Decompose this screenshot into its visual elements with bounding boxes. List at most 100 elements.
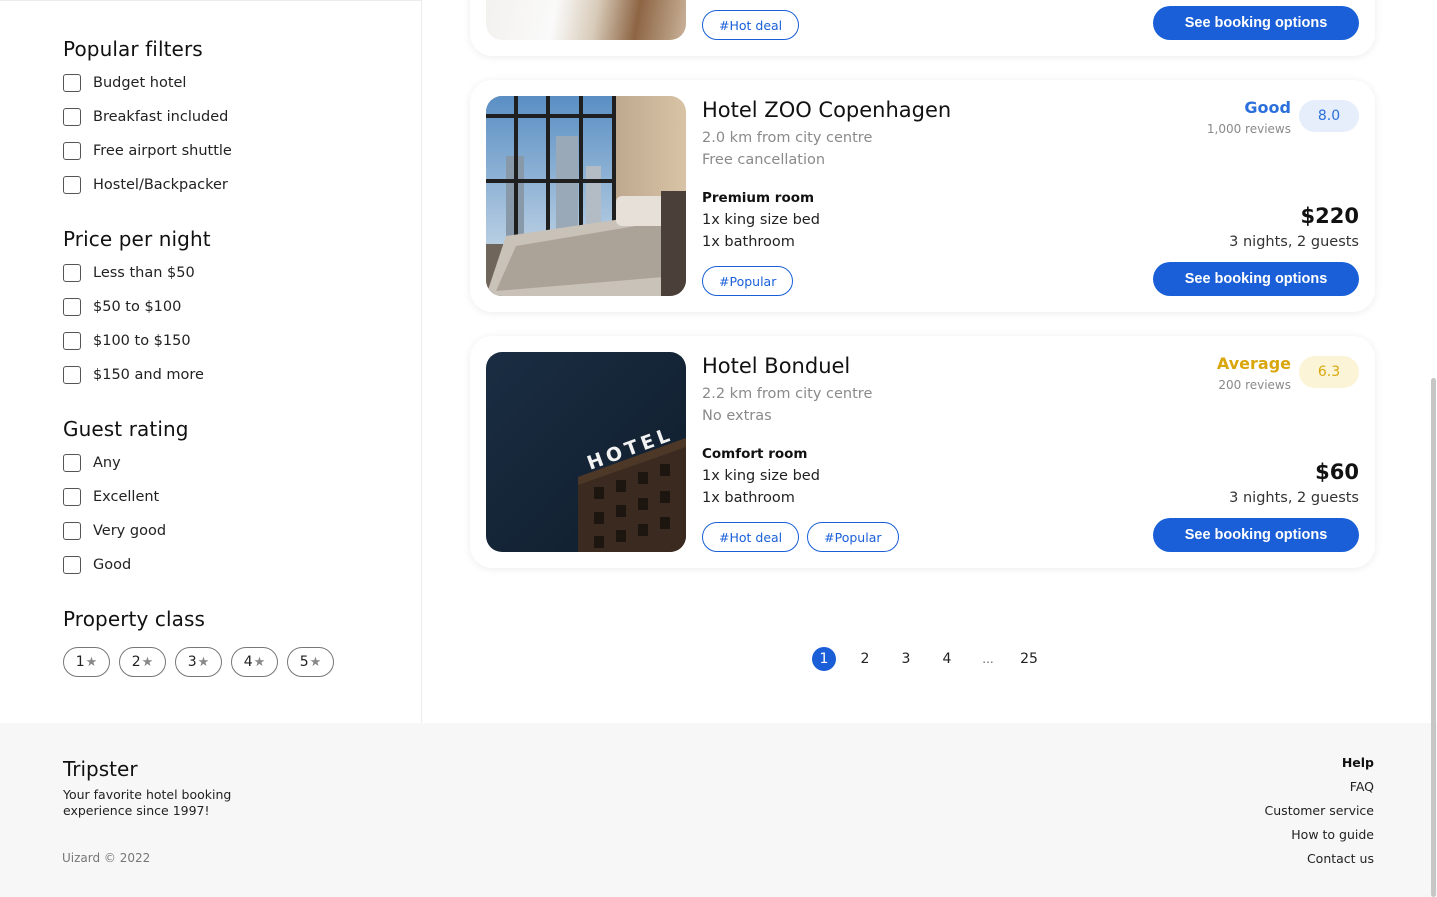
see-booking-options-button[interactable]: See booking options [1153, 518, 1359, 552]
filter-label: Hostel/Backpacker [93, 177, 228, 193]
filter-price-100-150[interactable]: $100 to $150 [63, 324, 211, 358]
extras-text: Free cancellation [702, 152, 826, 168]
filter-price-150-plus[interactable]: $150 and more [63, 358, 211, 392]
filter-breakfast-included[interactable]: Breakfast included [63, 100, 232, 134]
tag-popular[interactable]: #Popular [702, 266, 794, 296]
property-class-group: Property class 1 ★ 2 ★ 3 ★ 4 ★ 5 ★ [63, 607, 334, 677]
popular-filters-group: Popular filters Budget hotel Breakfast i… [63, 37, 232, 202]
star-filter-1[interactable]: 1 ★ [63, 647, 110, 677]
property-class-title: Property class [63, 607, 206, 631]
bed-info: 1x king size bed [702, 468, 820, 484]
star-count: 3 [187, 654, 197, 670]
filter-label: Budget hotel [93, 75, 187, 91]
star-filter-row: 1 ★ 2 ★ 3 ★ 4 ★ 5 ★ [63, 647, 334, 677]
price-filters-title: Price per night [63, 227, 211, 251]
page-25-button[interactable]: 25 [1017, 647, 1041, 671]
filter-rating-excellent[interactable]: Excellent [63, 480, 189, 514]
filter-rating-any[interactable]: Any [63, 446, 189, 480]
star-filter-5[interactable]: 5 ★ [287, 647, 334, 677]
rating-word: Average [1216, 354, 1291, 373]
filter-label: Free airport shuttle [93, 143, 232, 159]
bedroom-photo-icon [486, 96, 686, 296]
star-filter-3[interactable]: 3 ★ [175, 647, 222, 677]
filter-rating-very-good[interactable]: Very good [63, 514, 189, 548]
checkbox[interactable] [63, 298, 81, 316]
tag-hot-deal[interactable]: #Hot deal [702, 522, 800, 552]
filter-label: Excellent [93, 489, 160, 505]
hotel-card-partial: #Hot deal See booking options [470, 0, 1375, 56]
hotel-name[interactable]: Hotel Bonduel [702, 354, 850, 378]
popular-filters-title: Popular filters [63, 37, 203, 61]
checkbox[interactable] [63, 454, 81, 472]
filter-hostel-backpacker[interactable]: Hostel/Backpacker [63, 168, 232, 202]
filter-sidebar: Popular filters Budget hotel Breakfast i… [0, 0, 422, 723]
filter-label: Very good [93, 523, 167, 539]
page: Popular filters Budget hotel Breakfast i… [0, 0, 1437, 897]
scrollbar[interactable] [1431, 0, 1437, 897]
star-icon: ★ [141, 654, 154, 670]
filter-label: $50 to $100 [93, 299, 182, 315]
see-booking-options-button[interactable]: See booking options [1153, 262, 1359, 296]
faq-link[interactable]: FAQ [1265, 779, 1374, 803]
see-booking-options-button[interactable]: See booking options [1153, 6, 1359, 40]
filter-label: Good [93, 557, 132, 573]
filter-rating-good[interactable]: Good [63, 548, 189, 582]
hotel-name[interactable]: Hotel ZOO Copenhagen [702, 98, 951, 122]
price-filters-group: Price per night Less than $50 $50 to $10… [63, 227, 211, 392]
checkbox[interactable] [63, 264, 81, 282]
tag-list: #Hot deal #Popular [702, 522, 899, 552]
filter-label: $150 and more [93, 367, 204, 383]
checkbox[interactable] [63, 488, 81, 506]
help-heading: Help [1341, 755, 1374, 770]
guest-rating-group: Guest rating Any Excellent Very good Goo… [63, 417, 189, 582]
price-note: 3 nights, 2 guests [1229, 490, 1359, 506]
checkbox[interactable] [63, 108, 81, 126]
rating-score-badge: 6.3 [1299, 356, 1359, 388]
checkbox[interactable] [63, 74, 81, 92]
filter-price-50-100[interactable]: $50 to $100 [63, 290, 211, 324]
tag-list: #Popular [702, 266, 794, 296]
tag-list: #Hot deal [702, 10, 800, 40]
page-3-button[interactable]: 3 [894, 647, 918, 671]
star-count: 2 [131, 654, 141, 670]
filter-free-airport-shuttle[interactable]: Free airport shuttle [63, 134, 232, 168]
star-icon: ★ [309, 654, 322, 670]
hotel-card: HOTEL Hotel Bonduel 2.2 km from city cen… [470, 336, 1375, 568]
checkbox[interactable] [63, 332, 81, 350]
hotel-photo [486, 96, 686, 296]
price: $220 [1300, 204, 1359, 228]
page-1-button[interactable]: 1 [812, 647, 836, 671]
tag-popular[interactable]: #Popular [807, 522, 899, 552]
price-note: 3 nights, 2 guests [1229, 234, 1359, 250]
price: $60 [1315, 460, 1359, 484]
checkbox[interactable] [63, 176, 81, 194]
review-count: 1,000 reviews [1206, 122, 1291, 136]
page-ellipsis: ... [982, 652, 994, 666]
page-2-button[interactable]: 2 [853, 647, 877, 671]
tag-hot-deal[interactable]: #Hot deal [702, 10, 800, 40]
distance-text: 2.0 km from city centre [702, 130, 873, 146]
checkbox[interactable] [63, 522, 81, 540]
star-icon: ★ [197, 654, 210, 670]
bed-info: 1x king size bed [702, 212, 820, 228]
hotel-sign-photo-icon: HOTEL [486, 352, 686, 552]
hotel-photo [486, 0, 686, 40]
bath-info: 1x bathroom [702, 234, 795, 250]
guest-rating-title: Guest rating [63, 417, 189, 441]
page-4-button[interactable]: 4 [935, 647, 959, 671]
pagination: 1 2 3 4 ... 25 [812, 647, 1058, 671]
star-filter-2[interactable]: 2 ★ [119, 647, 166, 677]
checkbox[interactable] [63, 142, 81, 160]
customer-service-link[interactable]: Customer service [1265, 803, 1374, 827]
rating-score-badge: 8.0 [1299, 100, 1359, 132]
how-to-guide-link[interactable]: How to guide [1265, 827, 1374, 851]
filter-budget-hotel[interactable]: Budget hotel [63, 66, 232, 100]
checkbox[interactable] [63, 366, 81, 384]
star-filter-4[interactable]: 4 ★ [231, 647, 278, 677]
contact-us-link[interactable]: Contact us [1265, 851, 1374, 875]
star-count: 1 [75, 654, 85, 670]
filter-price-under-50[interactable]: Less than $50 [63, 256, 211, 290]
bath-info: 1x bathroom [702, 490, 795, 506]
checkbox[interactable] [63, 556, 81, 574]
scrollbar-thumb[interactable] [1431, 378, 1436, 897]
